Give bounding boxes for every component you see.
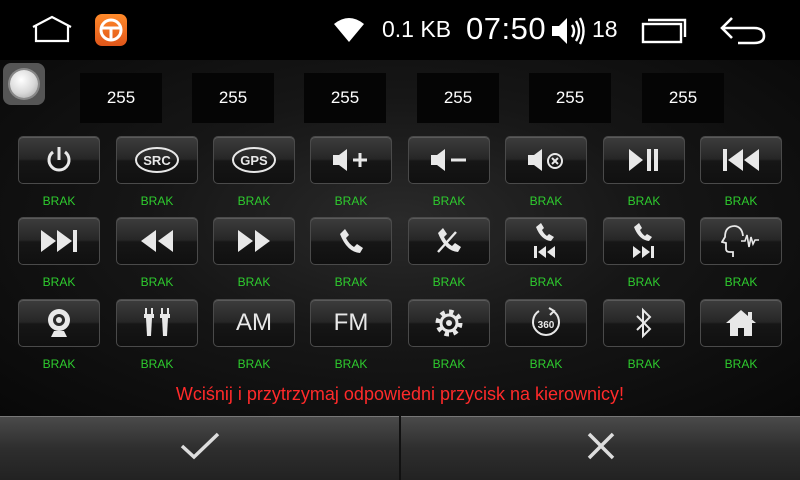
key-camera[interactable] [18, 299, 100, 347]
value-box-3: 255 [304, 73, 386, 123]
key-status: BRAK [627, 275, 661, 289]
key-status: BRAK [42, 275, 76, 289]
key-camera-360[interactable]: 360 [505, 299, 587, 347]
key-phone-previous[interactable] [505, 217, 587, 265]
fast-forward-icon [236, 228, 272, 254]
key-next-track[interactable] [18, 217, 100, 265]
key-status: BRAK [334, 357, 368, 371]
phone-answer-icon [337, 227, 365, 255]
wifi-icon [332, 16, 366, 49]
key-status: BRAK [627, 194, 661, 208]
svg-text:360: 360 [538, 320, 555, 331]
play-pause-icon [627, 147, 661, 173]
recent-apps-icon[interactable] [640, 16, 688, 49]
key-src[interactable]: SRC [116, 136, 198, 184]
key-status: BRAK [334, 275, 368, 289]
key-mute[interactable] [505, 136, 587, 184]
value-box-2: 255 [192, 73, 274, 123]
steering-wheel-app-icon[interactable] [95, 14, 127, 46]
instruction-text: Wciśnij i przytrzymaj odpowiedni przycis… [175, 384, 625, 404]
home-icon [724, 308, 758, 338]
key-status: BRAK [237, 357, 271, 371]
key-status: BRAK [140, 275, 174, 289]
mute-icon [526, 146, 566, 174]
bottom-action-bar [0, 416, 800, 480]
previous-track-icon [721, 147, 761, 173]
key-voice-command[interactable] [700, 217, 782, 265]
network-speed: 0.1 KB [382, 16, 452, 42]
key-status: BRAK [42, 357, 76, 371]
key-status: BRAK [140, 194, 174, 208]
key-status: BRAK [237, 194, 271, 208]
phone-next-icon [627, 222, 661, 260]
status-bar: 0.1 KB 07:50 18 [0, 0, 800, 60]
key-bluetooth[interactable] [603, 299, 685, 347]
key-settings[interactable] [408, 299, 490, 347]
key-volume-up[interactable] [310, 136, 392, 184]
cancel-button[interactable] [401, 416, 800, 480]
power-icon [44, 145, 74, 175]
phone-previous-icon [529, 222, 563, 260]
key-rewind[interactable] [116, 217, 198, 265]
phone-hangup-icon [434, 226, 464, 256]
key-status: BRAK [432, 275, 466, 289]
back-icon[interactable] [718, 14, 768, 51]
key-phone-next[interactable] [603, 217, 685, 265]
key-power[interactable] [18, 136, 100, 184]
settings-gear-icon [433, 307, 465, 339]
am-icon: AM [236, 309, 272, 336]
value-box-4: 255 [417, 73, 499, 123]
key-status: BRAK [334, 194, 368, 208]
key-status: BRAK [529, 357, 563, 371]
key-status: BRAK [432, 194, 466, 208]
fm-icon: FM [333, 309, 369, 336]
volume-level: 18 [592, 16, 618, 42]
key-status: BRAK [724, 275, 758, 289]
key-gps[interactable]: GPS [213, 136, 295, 184]
gps-icon: GPS [230, 145, 278, 175]
key-home[interactable] [700, 299, 782, 347]
key-status: BRAK [529, 194, 563, 208]
svg-text:GPS: GPS [240, 153, 268, 168]
camera-icon [44, 307, 74, 339]
volume-icon [550, 15, 588, 52]
voice-command-icon [721, 224, 761, 258]
key-fast-forward[interactable] [213, 217, 295, 265]
floating-assistive-button[interactable] [3, 63, 45, 105]
value-box-5: 255 [529, 73, 611, 123]
src-icon: SRC [133, 145, 181, 175]
volume-up-icon [331, 146, 371, 174]
close-icon [586, 431, 616, 466]
key-volume-down[interactable] [408, 136, 490, 184]
camera-360-icon: 360 [529, 307, 563, 339]
key-aux[interactable] [116, 299, 198, 347]
confirm-button[interactable] [0, 416, 399, 480]
key-status: BRAK [42, 194, 76, 208]
key-fm[interactable]: FM [310, 299, 392, 347]
next-track-icon [39, 228, 79, 254]
key-status: BRAK [529, 275, 563, 289]
clock: 07:50 [466, 11, 547, 46]
key-am[interactable]: AM [213, 299, 295, 347]
key-previous-track[interactable] [700, 136, 782, 184]
key-phone-answer[interactable] [310, 217, 392, 265]
key-play-pause[interactable] [603, 136, 685, 184]
key-phone-hangup[interactable] [408, 217, 490, 265]
key-status: BRAK [432, 357, 466, 371]
volume-down-icon [429, 146, 469, 174]
rewind-icon [139, 228, 175, 254]
bluetooth-icon [634, 307, 654, 339]
aux-rca-icon [141, 306, 173, 340]
checkmark-icon [179, 431, 221, 466]
key-status: BRAK [237, 275, 271, 289]
value-box-1: 255 [80, 73, 162, 123]
key-status: BRAK [724, 357, 758, 371]
home-outline-icon[interactable] [30, 14, 74, 49]
key-status: BRAK [627, 357, 661, 371]
value-box-6: 255 [642, 73, 724, 123]
key-status: BRAK [724, 194, 758, 208]
svg-text:SRC: SRC [143, 153, 171, 168]
key-status: BRAK [140, 357, 174, 371]
